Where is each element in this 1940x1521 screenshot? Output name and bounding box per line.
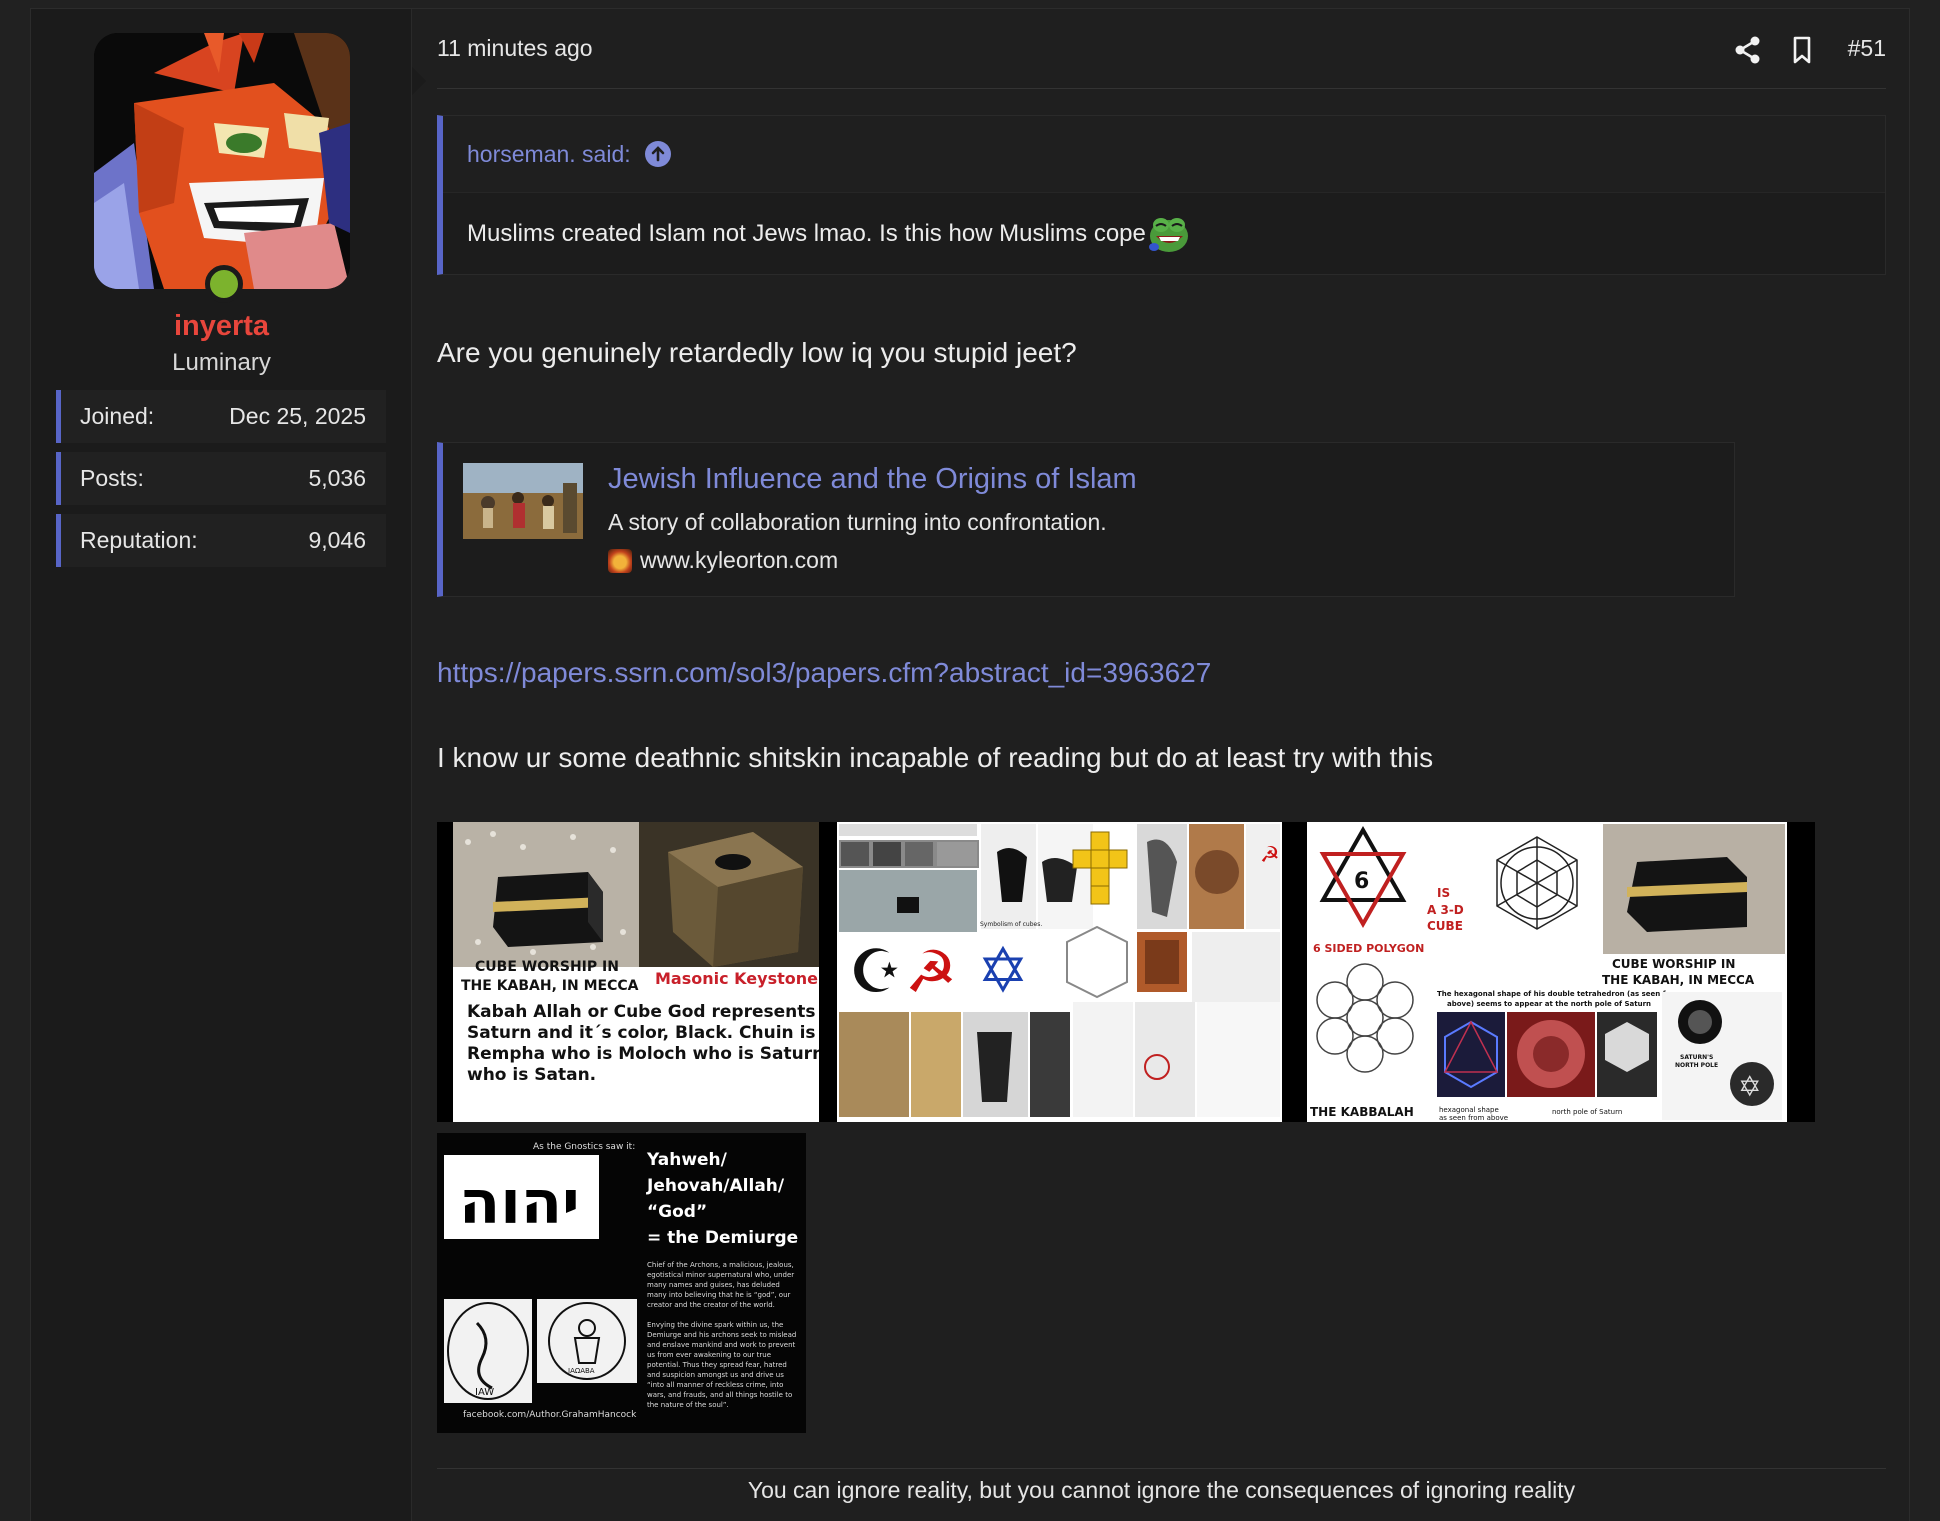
avatar[interactable] [94,33,350,289]
post-header: 11 minutes ago #51 [437,9,1886,89]
embed-description: A story of collaboration turning into co… [608,509,1107,535]
svg-text:many names and guises, has del: many names and guises, has deluded [647,1281,780,1289]
image-caption: 6 SIDED POLYGON [1313,942,1424,955]
post-main: 11 minutes ago #51 horseman. said: Musli… [437,9,1892,1521]
stat-posts: Posts: 5,036 [56,452,386,505]
username[interactable]: inyerta [31,310,412,343]
stat-value: 5,036 [308,465,366,491]
sidebar-pointer [412,67,426,95]
image-caption: THE KABBALAH [1310,1105,1414,1119]
hammer-sickle-icon: ☭ [1260,842,1280,867]
image-caption: SATURN'S [1680,1054,1713,1061]
embed-domain: www.kyleorton.com [640,547,839,573]
stat-reputation: Reputation: 9,046 [56,514,386,567]
attached-image-kabbalah-saturn-hexagon[interactable]: 6 6 SIDED POLYGON IS A 3-D CUBE CUBE WOR… [1307,822,1787,1122]
quote-header: horseman. said: [443,116,1885,192]
image-heading: = the Demiurge [647,1228,798,1248]
svg-text:us from ever awakening to our: us from ever awakening to our true [647,1351,771,1359]
image-caption: Masonic Keystone [655,969,818,988]
post-container: inyerta Luminary Joined: Dec 25, 2025 Po… [30,8,1910,1521]
image-caption: THE KABAH, IN MECCA [1602,973,1755,987]
star-number: 6 [1354,869,1369,894]
svg-text:Chief of the Archons, a malici: Chief of the Archons, a malicious, jealo… [647,1261,794,1269]
image-caption: THE KABAH, IN MECCA [461,978,639,994]
image-caption: Symbolism of cubes. [980,921,1042,928]
stat-value: Dec 25, 2025 [229,403,366,429]
post-number[interactable]: #51 [1848,35,1886,62]
image-text: The hexagonal shape of his double tetrah… [1437,990,1681,998]
image-caption: A 3-D [1427,903,1464,917]
image-caption: CUBE [1427,919,1463,933]
attached-image-gnostic-demiurge[interactable]: As the Gnostics saw it: יהוה Yahweh/ Jeh… [437,1133,806,1433]
image-heading: Yahweh/ [646,1150,728,1170]
svg-text:wars, and frauds, and all thin: wars, and frauds, and all things hostile… [647,1391,792,1399]
image-text: Rempha who is Moloch who is Saturn, [467,1044,819,1064]
image-heading: Jehovah/Allah/ [646,1176,785,1196]
external-link[interactable]: https://papers.ssrn.com/sol3/papers.cfm?… [437,657,1211,689]
svg-text:the nature of the soul”.: the nature of the soul”. [647,1401,729,1409]
user-title: Luminary [172,349,271,376]
image-text: Saturn and it´s color, Black. Chuin is [467,1023,816,1043]
post-text-line: Are you genuinely retardedly low iq you … [437,337,1077,368]
image-text: who is Satan. [467,1065,596,1085]
quote-author[interactable]: horseman. said: [467,141,631,168]
laughing-frog-emoji-icon [1148,217,1188,252]
image-caption: hexagonal shape [1439,1106,1499,1114]
stat-label: Posts: [80,465,144,491]
quote-text: Muslims created Islam not Jews lmao. Is … [467,219,1146,247]
image-caption: NORTH POLE [1675,1062,1718,1069]
site-favicon-icon [608,548,632,573]
attached-images-row: CUBE WORSHIP IN THE KABAH, IN MECCA Maso… [437,822,1815,1122]
user-sidebar: inyerta Luminary Joined: Dec 25, 2025 Po… [31,9,412,1521]
post-timestamp[interactable]: 11 minutes ago [437,35,593,62]
svg-text:potential. Thus they spread fe: potential. Thus they spread fear, hatred [647,1361,787,1369]
image-paragraph: Chief of the Archons, a malicious, jealo… [647,1261,796,1409]
svg-text:creator and the creator of the: creator and the creator of the world. [647,1301,775,1309]
svg-text:Demiurge and his archons seek: Demiurge and his archons seek to mislead [647,1331,796,1339]
embed-source: www.kyleorton.com [608,547,838,574]
image-caption: CUBE WORSHIP IN [475,959,619,975]
svg-text:“into all manner of reckless c: “into all manner of reckless crime, into [647,1381,783,1389]
svg-text:and enslave mankind and work t: and enslave mankind and work to prevent [647,1341,796,1349]
image-caption: as seen from above [1439,1114,1508,1122]
image-caption: north pole of Saturn [1552,1108,1622,1116]
svg-text:egotistical minor supernatural: egotistical minor supernatural who, unde… [647,1271,794,1279]
image-text: above) seems to appear at the north pole… [1447,1000,1651,1008]
attached-image-cube-symbolism-collage[interactable]: ☭ ☪ ☭ ✡ Symbolism of cubes. [837,822,1282,1122]
svg-text:and suspicion amongst us and d: and suspicion amongst us and drive us [647,1371,784,1379]
stat-joined: Joined: Dec 25, 2025 [56,390,386,443]
embed-title[interactable]: Jewish Influence and the Origins of Isla… [608,463,1137,496]
star-of-david-icon: ✡ [1738,1071,1761,1102]
signature-divider [437,1468,1886,1469]
quote-content: Muslims created Islam not Jews lmao. Is … [443,192,1885,274]
user-signature: You can ignore reality, but you cannot i… [747,1477,1576,1503]
embed-thumbnail[interactable] [463,463,583,539]
image-text: As the Gnostics saw it: [533,1142,635,1152]
svg-text:many into believing that he is: many into believing that he is “god”, ou… [647,1291,791,1299]
attached-image-kaaba-cube[interactable]: CUBE WORSHIP IN THE KABAH, IN MECCA Maso… [453,822,819,1122]
image-credit: facebook.com/Author.GrahamHancock [463,1410,637,1420]
stat-label: Joined: [80,403,155,429]
stat-label: Reputation: [80,527,198,553]
arrow-up-circle-icon[interactable] [644,141,671,167]
crescent-star-icon: ☪ [849,938,903,1005]
image-heading: “God” [647,1202,707,1222]
coin-inscription: IAΩABA [568,1367,595,1375]
bookmark-icon[interactable] [1785,33,1819,67]
post-text-line: I know ur some deathnic shitskin incapab… [437,742,1434,773]
hammer-sickle-icon: ☭ [905,940,957,1005]
quote-block: horseman. said: Muslims created Islam no… [437,115,1886,275]
link-embed[interactable]: Jewish Influence and the Origins of Isla… [437,442,1735,597]
online-status-indicator [205,265,243,303]
share-icon[interactable] [1731,33,1765,67]
image-caption: IS [1437,886,1450,900]
stat-value: 9,046 [308,527,366,553]
coin-inscription: IAW [475,1387,494,1398]
hebrew-text: יהוה [459,1168,580,1238]
star-of-david-icon: ✡ [977,937,1029,1006]
image-caption: CUBE WORSHIP IN [1612,957,1735,971]
svg-text:Envying the divine spark withi: Envying the divine spark within us, the [647,1321,783,1329]
image-text: Kabah Allah or Cube God represents [467,1002,816,1022]
